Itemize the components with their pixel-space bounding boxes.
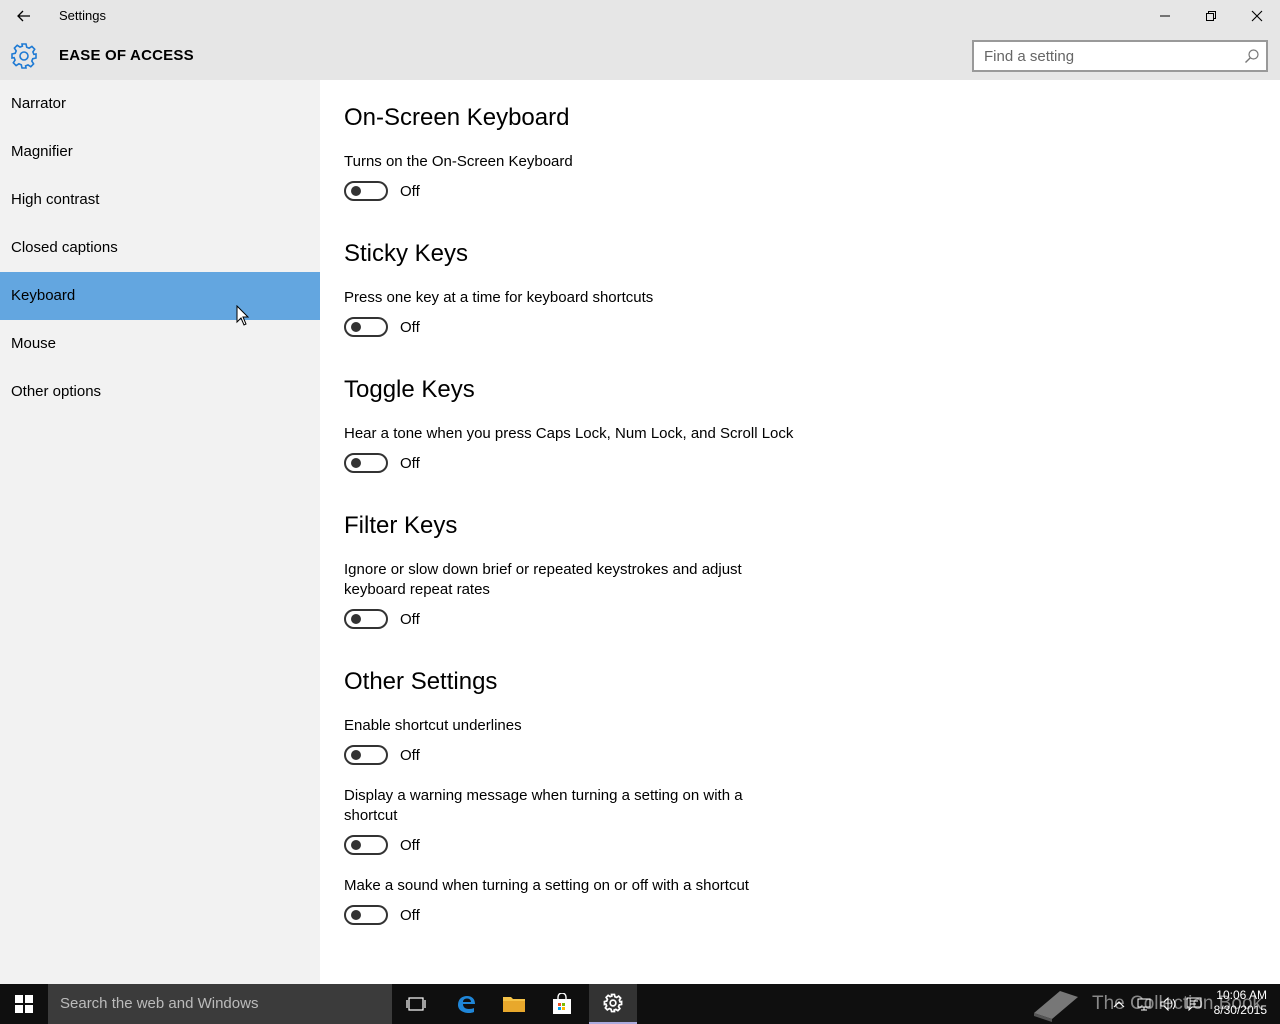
sidebar-item-magnifier[interactable]: Magnifier [0, 128, 320, 176]
page-header: EASE OF ACCESS [0, 32, 1280, 80]
sidebar-item-closed-captions[interactable]: Closed captions [0, 224, 320, 272]
toggle-knob [351, 186, 361, 196]
on-screen-keyboard-description: Turns on the On-Screen Keyboard [344, 153, 573, 170]
sticky-keys-heading: Sticky Keys [344, 240, 469, 267]
on-screen-keyboard-toggle[interactable] [344, 181, 388, 201]
sidebar-item-narrator[interactable]: Narrator [0, 80, 320, 128]
search-icon[interactable] [1244, 48, 1260, 64]
toggle-state-label: Off [400, 906, 420, 924]
filter-keys-description: Ignore or slow down brief or repeated ke… [344, 561, 742, 598]
shortcut-underlines-description: Enable shortcut underlines [344, 717, 522, 734]
chevron-up-icon[interactable] [1112, 999, 1126, 1009]
mouse-cursor-icon [236, 305, 250, 326]
shortcut-underlines-toggle[interactable] [344, 745, 388, 765]
windows-logo-icon [15, 995, 33, 1013]
filter-keys-heading: Filter Keys [344, 512, 458, 539]
section-title: EASE OF ACCESS [59, 47, 194, 64]
store-bag-icon [553, 993, 571, 1014]
search-box[interactable] [972, 40, 1268, 72]
make-sound-description: Make a sound when turning a setting on o… [344, 877, 749, 894]
minimize-icon [1160, 15, 1170, 17]
gear-icon [10, 42, 38, 70]
folder-icon [503, 997, 525, 1012]
task-view-icon [406, 997, 426, 1011]
close-icon [1251, 10, 1263, 22]
other-settings-heading: Other Settings [344, 668, 498, 695]
gear-icon [603, 993, 623, 1013]
back-arrow-icon [17, 10, 30, 22]
clock-date: 8/30/2015 [1213, 1003, 1267, 1017]
toggle-state-label: Off [400, 454, 420, 472]
warning-message-toggle-row: Off [344, 835, 420, 855]
close-button[interactable] [1234, 0, 1280, 32]
window-title: Settings [59, 8, 106, 23]
warning-message-toggle[interactable] [344, 835, 388, 855]
restore-button[interactable] [1188, 0, 1234, 32]
sidebar: Narrator Magnifier High contrast Closed … [0, 80, 320, 984]
sidebar-item-keyboard[interactable]: Keyboard [0, 272, 320, 320]
make-sound-toggle[interactable] [344, 905, 388, 925]
toggle-keys-toggle[interactable] [344, 453, 388, 473]
title-bar: Settings [0, 0, 1280, 32]
sticky-keys-toggle[interactable] [344, 317, 388, 337]
action-center-icon[interactable] [1186, 997, 1202, 1011]
toggle-state-label: Off [400, 318, 420, 336]
back-button[interactable] [0, 0, 48, 32]
toggle-keys-heading: Toggle Keys [344, 376, 475, 403]
clock[interactable]: 10:06 AM 8/30/2015 [1214, 988, 1267, 1018]
toggle-keys-toggle-row: Off [344, 453, 420, 473]
toggle-knob [351, 750, 361, 760]
sticky-keys-description: Press one key at a time for keyboard sho… [344, 289, 654, 306]
sidebar-item-high-contrast[interactable]: High contrast [0, 176, 320, 224]
clock-time: 10:06 AM [1216, 988, 1267, 1002]
taskbar: Search the web and Windows The Collectio… [0, 984, 1280, 1024]
sticky-keys-toggle-row: Off [344, 317, 420, 337]
on-screen-keyboard-toggle-row: Off [344, 181, 420, 201]
toggle-knob [351, 614, 361, 624]
toggle-state-label: Off [400, 182, 420, 200]
settings-taskbar-button[interactable] [589, 984, 637, 1024]
taskbar-search-box[interactable]: Search the web and Windows [48, 984, 392, 1024]
toggle-knob [351, 322, 361, 332]
toggle-state-label: Off [400, 836, 420, 854]
start-button[interactable] [0, 984, 48, 1024]
toggle-state-label: Off [400, 746, 420, 764]
toggle-knob [351, 458, 361, 468]
book-logo-icon [1034, 991, 1078, 1022]
minimize-button[interactable] [1142, 0, 1188, 32]
volume-icon[interactable] [1160, 997, 1178, 1011]
file-explorer-button[interactable] [490, 984, 538, 1024]
restore-icon [1206, 11, 1216, 21]
store-button[interactable] [538, 984, 586, 1024]
sidebar-item-mouse[interactable]: Mouse [0, 320, 320, 368]
search-input[interactable] [974, 42, 1234, 70]
warning-message-description: Display a warning message when turning a… [344, 787, 743, 824]
filter-keys-toggle-row: Off [344, 609, 420, 629]
toggle-keys-description: Hear a tone when you press Caps Lock, Nu… [344, 425, 794, 442]
toggle-state-label: Off [400, 610, 420, 628]
system-tray [1112, 984, 1202, 1024]
edge-browser-button[interactable] [442, 984, 490, 1024]
sidebar-item-other-options[interactable]: Other options [0, 368, 320, 416]
on-screen-keyboard-heading: On-Screen Keyboard [344, 104, 570, 131]
edge-icon [458, 996, 475, 1013]
task-view-button[interactable] [392, 984, 440, 1024]
toggle-knob [351, 910, 361, 920]
shortcut-underlines-toggle-row: Off [344, 745, 420, 765]
make-sound-toggle-row: Off [344, 905, 420, 925]
network-icon[interactable] [1136, 997, 1152, 1011]
toggle-knob [351, 840, 361, 850]
filter-keys-toggle[interactable] [344, 609, 388, 629]
